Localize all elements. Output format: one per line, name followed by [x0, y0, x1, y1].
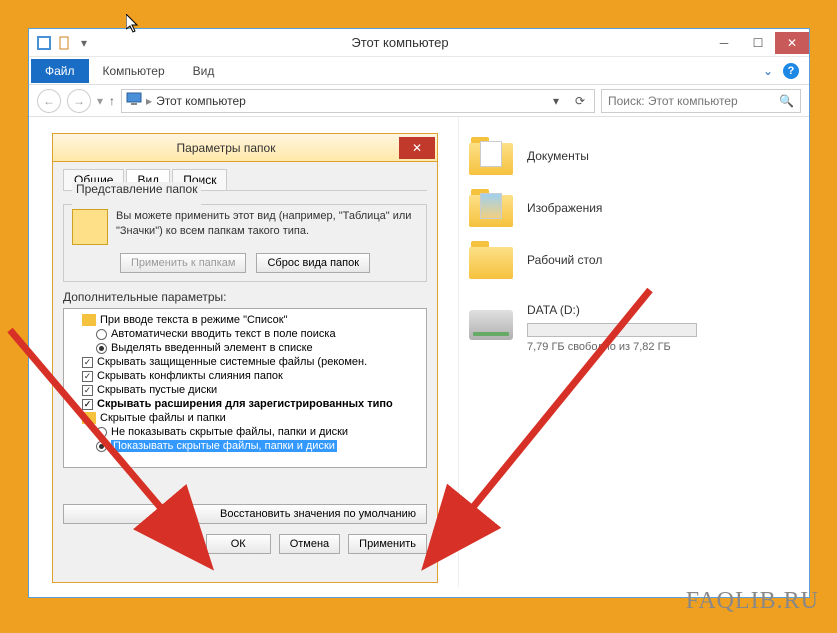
radio[interactable]	[96, 329, 107, 340]
ok-button[interactable]: ОК	[206, 534, 271, 554]
ribbon: Файл Компьютер Вид ⌄ ?	[29, 57, 809, 85]
radio[interactable]	[96, 427, 107, 438]
maximize-button[interactable]: ☐	[741, 32, 775, 54]
folder-desktop[interactable]: Рабочий стол	[469, 241, 799, 279]
search-box[interactable]: 🔍	[601, 89, 801, 113]
close-button[interactable]: ✕	[775, 32, 809, 54]
disk-data-d[interactable]: DATA (D:) 7,79 ГБ свободно из 7,82 ГБ	[469, 303, 799, 353]
advanced-settings-tree[interactable]: При вводе текста в режиме "Список" Автом…	[63, 308, 427, 468]
address-bar[interactable]: ▸ Этот компьютер ▾ ⟳	[121, 89, 595, 113]
folder-icon	[469, 241, 513, 279]
history-dropdown-icon[interactable]: ▾	[97, 94, 103, 108]
radio[interactable]	[96, 343, 107, 354]
folder-icon	[469, 137, 513, 175]
disk-icon	[469, 310, 513, 340]
window-title: Этот компьютер	[93, 35, 707, 50]
folder-view-icon	[72, 209, 108, 245]
qat-dropdown-icon[interactable]: ▾	[75, 34, 93, 52]
pc-icon	[126, 92, 142, 109]
breadcrumb: Этот компьютер	[156, 94, 542, 108]
folder-icon	[82, 412, 96, 424]
up-button[interactable]: ↑	[109, 94, 115, 108]
dialog-titlebar: Параметры папок ✕	[53, 134, 437, 162]
radio[interactable]	[96, 441, 107, 452]
folder-icon	[82, 314, 96, 326]
search-icon[interactable]: 🔍	[779, 94, 794, 108]
forward-button[interactable]: →	[67, 89, 91, 113]
file-tab[interactable]: Файл	[31, 59, 89, 83]
view-tab[interactable]: Вид	[179, 59, 229, 83]
folder-documents[interactable]: Документы	[469, 137, 799, 175]
titlebar: ▾ Этот компьютер ─ ☐ ✕	[29, 29, 809, 57]
apply-button[interactable]: Применить	[348, 534, 427, 554]
search-input[interactable]	[608, 94, 779, 108]
checkbox[interactable]	[82, 371, 93, 382]
cancel-button[interactable]: Отмена	[279, 534, 340, 554]
ribbon-expand-icon[interactable]: ⌄	[763, 64, 773, 78]
folder-icon	[469, 189, 513, 227]
folder-options-dialog: Параметры папок ✕ Общие Вид Поиск Предст…	[52, 133, 438, 583]
apply-to-folders-button[interactable]: Применить к папкам	[120, 253, 247, 273]
dialog-close-button[interactable]: ✕	[399, 137, 435, 159]
back-button[interactable]: ←	[37, 89, 61, 113]
addr-dropdown-icon[interactable]: ▾	[546, 91, 566, 111]
watermark: FAQLIB.RU	[686, 588, 819, 615]
checkbox[interactable]	[82, 385, 93, 396]
restore-defaults-button[interactable]: Восстановить значения по умолчанию	[63, 504, 427, 524]
help-icon[interactable]: ?	[783, 63, 799, 79]
nav-row: ← → ▾ ↑ ▸ Этот компьютер ▾ ⟳ 🔍	[29, 85, 809, 117]
disk-usage-bar	[527, 323, 697, 337]
qat-properties-icon[interactable]	[55, 34, 73, 52]
folder-images[interactable]: Изображения	[469, 189, 799, 227]
right-pane: Документы Изображения Рабочий стол DATA …	[459, 117, 809, 587]
app-icon	[35, 34, 53, 52]
reset-folders-button[interactable]: Сброс вида папок	[256, 253, 370, 273]
minimize-button[interactable]: ─	[707, 32, 741, 54]
folder-views-group: Представление папок Вы можете применить …	[63, 197, 427, 282]
checkbox[interactable]	[82, 399, 93, 410]
computer-tab[interactable]: Компьютер	[89, 59, 179, 83]
refresh-icon[interactable]: ⟳	[570, 91, 590, 111]
checkbox[interactable]	[82, 357, 93, 368]
